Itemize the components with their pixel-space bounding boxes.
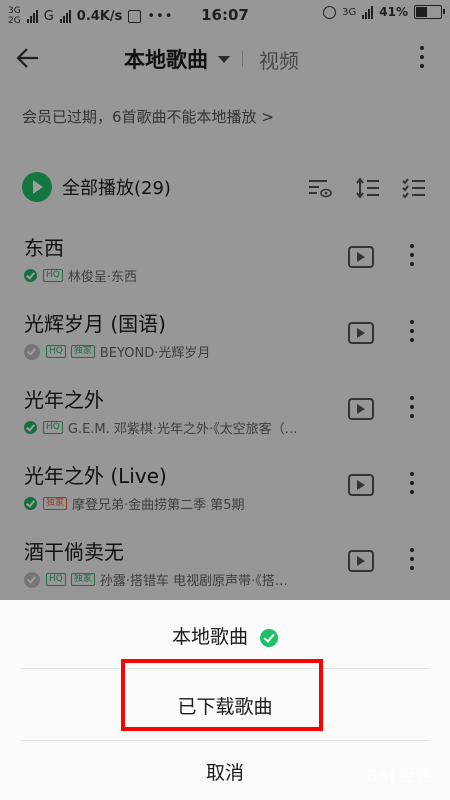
option-local-songs[interactable]: 本地歌曲	[0, 622, 450, 649]
annotation-highlight-box	[121, 659, 323, 731]
watermark: Bai 经验	[365, 766, 432, 785]
option-local-songs-label: 本地歌曲	[171, 626, 248, 648]
selected-check-icon	[260, 628, 278, 647]
sheet-divider	[20, 740, 430, 741]
